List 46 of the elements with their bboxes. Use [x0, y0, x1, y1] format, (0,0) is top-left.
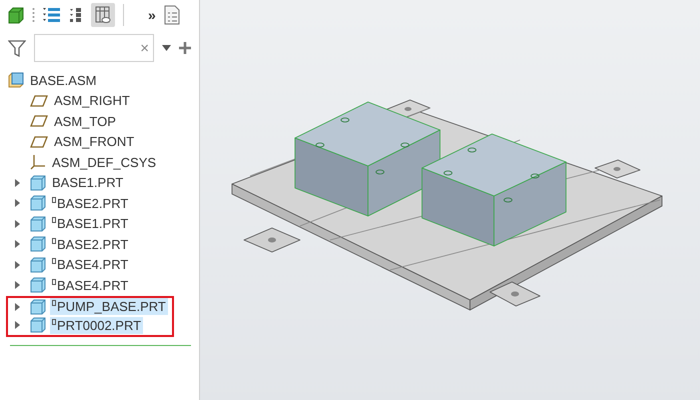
list-icon[interactable] [43, 7, 61, 23]
collapsed-caret-icon[interactable] [14, 321, 20, 330]
clear-button[interactable]: × [140, 40, 149, 56]
grip-icon [32, 7, 35, 23]
collapsed-caret-icon[interactable] [14, 240, 20, 248]
tree-item[interactable]: ASM_DEF_CSYS [50, 154, 158, 171]
collapsed-caret-icon[interactable] [14, 199, 20, 208]
part-icon [30, 317, 46, 334]
tree-item[interactable]: BASE4.PRT [50, 276, 130, 294]
tree-item[interactable]: BASE2.PRT [50, 236, 130, 253]
assembly-icon [8, 72, 24, 88]
collapsed-caret-icon[interactable] [14, 281, 20, 290]
part-icon [30, 256, 46, 273]
datum-plane-icon [30, 136, 48, 148]
datum-plane-icon [30, 115, 48, 128]
part-icon [30, 236, 46, 252]
collapsed-caret-icon[interactable] [14, 302, 20, 311]
tree-item[interactable]: PUMP_BASE.PRT [50, 298, 168, 316]
tree-item[interactable]: BASE1.PRT [50, 215, 130, 232]
overflow-button[interactable]: » [148, 4, 156, 26]
part-icon [30, 298, 46, 315]
tree-item[interactable]: BASE1.PRT [50, 174, 126, 192]
tree-item[interactable]: BASE2.PRT [50, 194, 130, 212]
part-icon [30, 216, 46, 232]
cube-icon[interactable] [8, 6, 24, 24]
search-field[interactable]: × [34, 34, 154, 62]
columns-view-button[interactable] [91, 3, 115, 27]
part-icon [30, 195, 46, 212]
part-icon [30, 174, 46, 191]
document-icon[interactable] [164, 5, 180, 25]
part-icon [30, 277, 46, 294]
tree-icon[interactable] [69, 7, 83, 23]
collapsed-caret-icon[interactable] [14, 260, 20, 269]
tree-item[interactable]: ASM_FRONT [52, 133, 136, 150]
collapsed-caret-icon[interactable] [14, 178, 20, 187]
tree-item[interactable]: ASM_TOP [52, 112, 118, 130]
tree-item[interactable]: ASM_RIGHT [52, 92, 132, 110]
tree-item[interactable]: PRT0002.PRT [50, 316, 144, 334]
filter-icon[interactable] [8, 39, 26, 57]
datum-plane-icon [30, 94, 48, 107]
coordinate-system-icon [30, 154, 46, 170]
caret-icon[interactable] [162, 45, 171, 51]
plus-icon[interactable] [179, 42, 191, 54]
tree-item[interactable]: BASE4.PRT [50, 256, 130, 274]
collapsed-caret-icon[interactable] [14, 220, 20, 228]
tree-item[interactable]: BASE.ASM [28, 72, 98, 89]
